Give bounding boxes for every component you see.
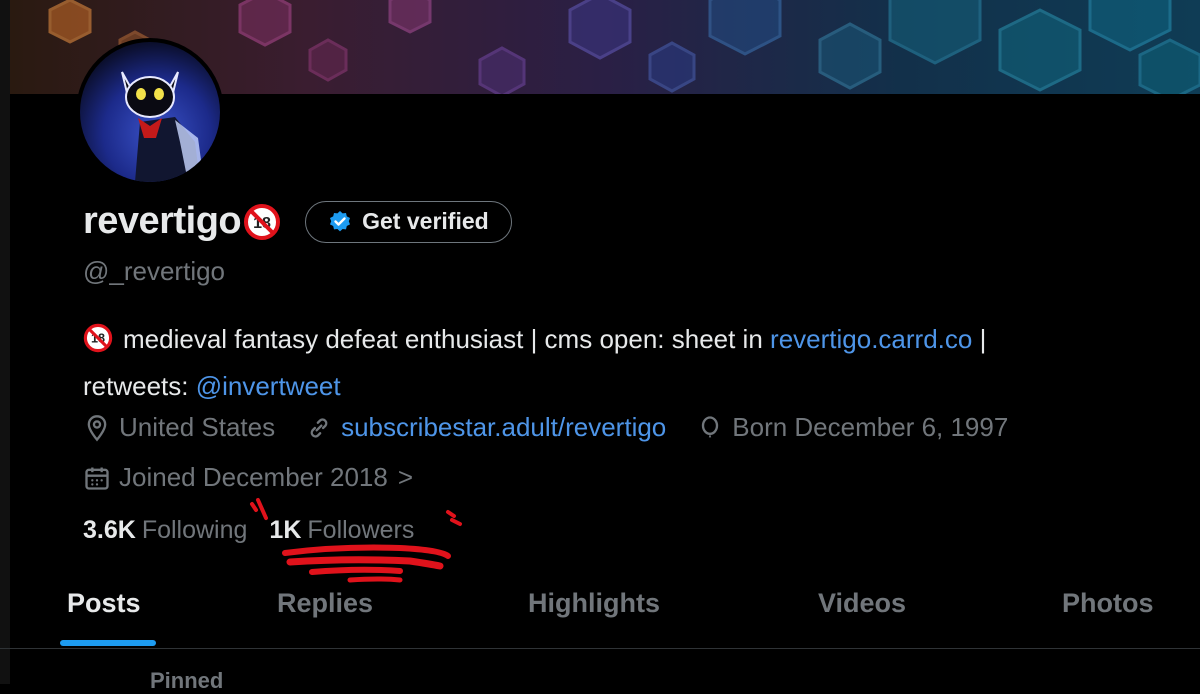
balloon-icon: [702, 415, 719, 437]
profile-tabs: Posts Replies Highlights Videos Photos: [0, 578, 1200, 649]
pinned-label: Pinned: [150, 668, 224, 693]
following-label: Following: [141, 516, 248, 544]
profile-meta-row: United States subscribestar.adult/revert…: [83, 412, 1038, 443]
active-tab-indicator: [60, 640, 156, 646]
display-name: revertigo: [83, 200, 242, 242]
tab-photos[interactable]: Photos: [1062, 588, 1154, 619]
location-item: United States: [83, 412, 275, 443]
verified-badge-icon: [330, 210, 351, 231]
location-pin-icon: [87, 414, 107, 441]
bio-link[interactable]: revertigo.carrd.co: [770, 324, 972, 354]
website-item[interactable]: subscribestar.adult/revertigo: [305, 412, 666, 443]
tab-posts[interactable]: Posts: [67, 588, 141, 619]
tab-videos[interactable]: Videos: [818, 588, 906, 619]
link-icon: [310, 417, 328, 438]
followers-count: 1K: [269, 516, 302, 544]
bio-line2-prefix: retweets:: [83, 371, 196, 401]
followers-stat[interactable]: 1K Followers: [269, 516, 414, 545]
bio-mention-link[interactable]: @invertweet: [196, 371, 341, 401]
follow-stats: 3.6K Following 1K Followers: [83, 516, 414, 545]
profile-avatar[interactable]: [76, 38, 224, 186]
bio-separator: |: [972, 324, 987, 354]
avatar-image: [80, 42, 220, 182]
tab-replies[interactable]: Replies: [277, 588, 373, 619]
following-count: 3.6K: [83, 516, 136, 544]
profile-handle: @_revertigo: [83, 256, 226, 286]
followers-label: Followers: [307, 516, 415, 544]
location-text: United States: [119, 412, 276, 442]
get-verified-button[interactable]: Get verified: [305, 200, 512, 243]
adult-content-badge-icon: 18: [83, 323, 113, 365]
joined-row[interactable]: Joined December 2018 >: [83, 462, 443, 493]
joined-item[interactable]: Joined December 2018 >: [83, 462, 413, 493]
birthday-item: Born December 6, 1997: [696, 412, 1008, 443]
get-verified-label: Get verified: [362, 208, 489, 234]
name-row: revertigo 18 Get verified: [83, 200, 512, 243]
calendar-icon: [85, 467, 109, 490]
chevron-right-icon: >: [397, 462, 414, 492]
joined-text: Joined December 2018: [119, 462, 388, 492]
birthday-text: Born December 6, 1997: [732, 412, 1009, 442]
website-link[interactable]: subscribestar.adult/revertigo: [341, 412, 666, 443]
adult-content-badge-icon: 18: [243, 203, 281, 241]
bio-text: medieval fantasy defeat enthusiast | cms…: [123, 324, 771, 354]
tab-highlights[interactable]: Highlights: [528, 588, 660, 619]
cat-avatar-icon: [121, 71, 204, 182]
profile-bio: 18 medieval fantasy defeat enthusiast | …: [83, 318, 1193, 407]
following-stat[interactable]: 3.6K Following: [83, 516, 247, 545]
